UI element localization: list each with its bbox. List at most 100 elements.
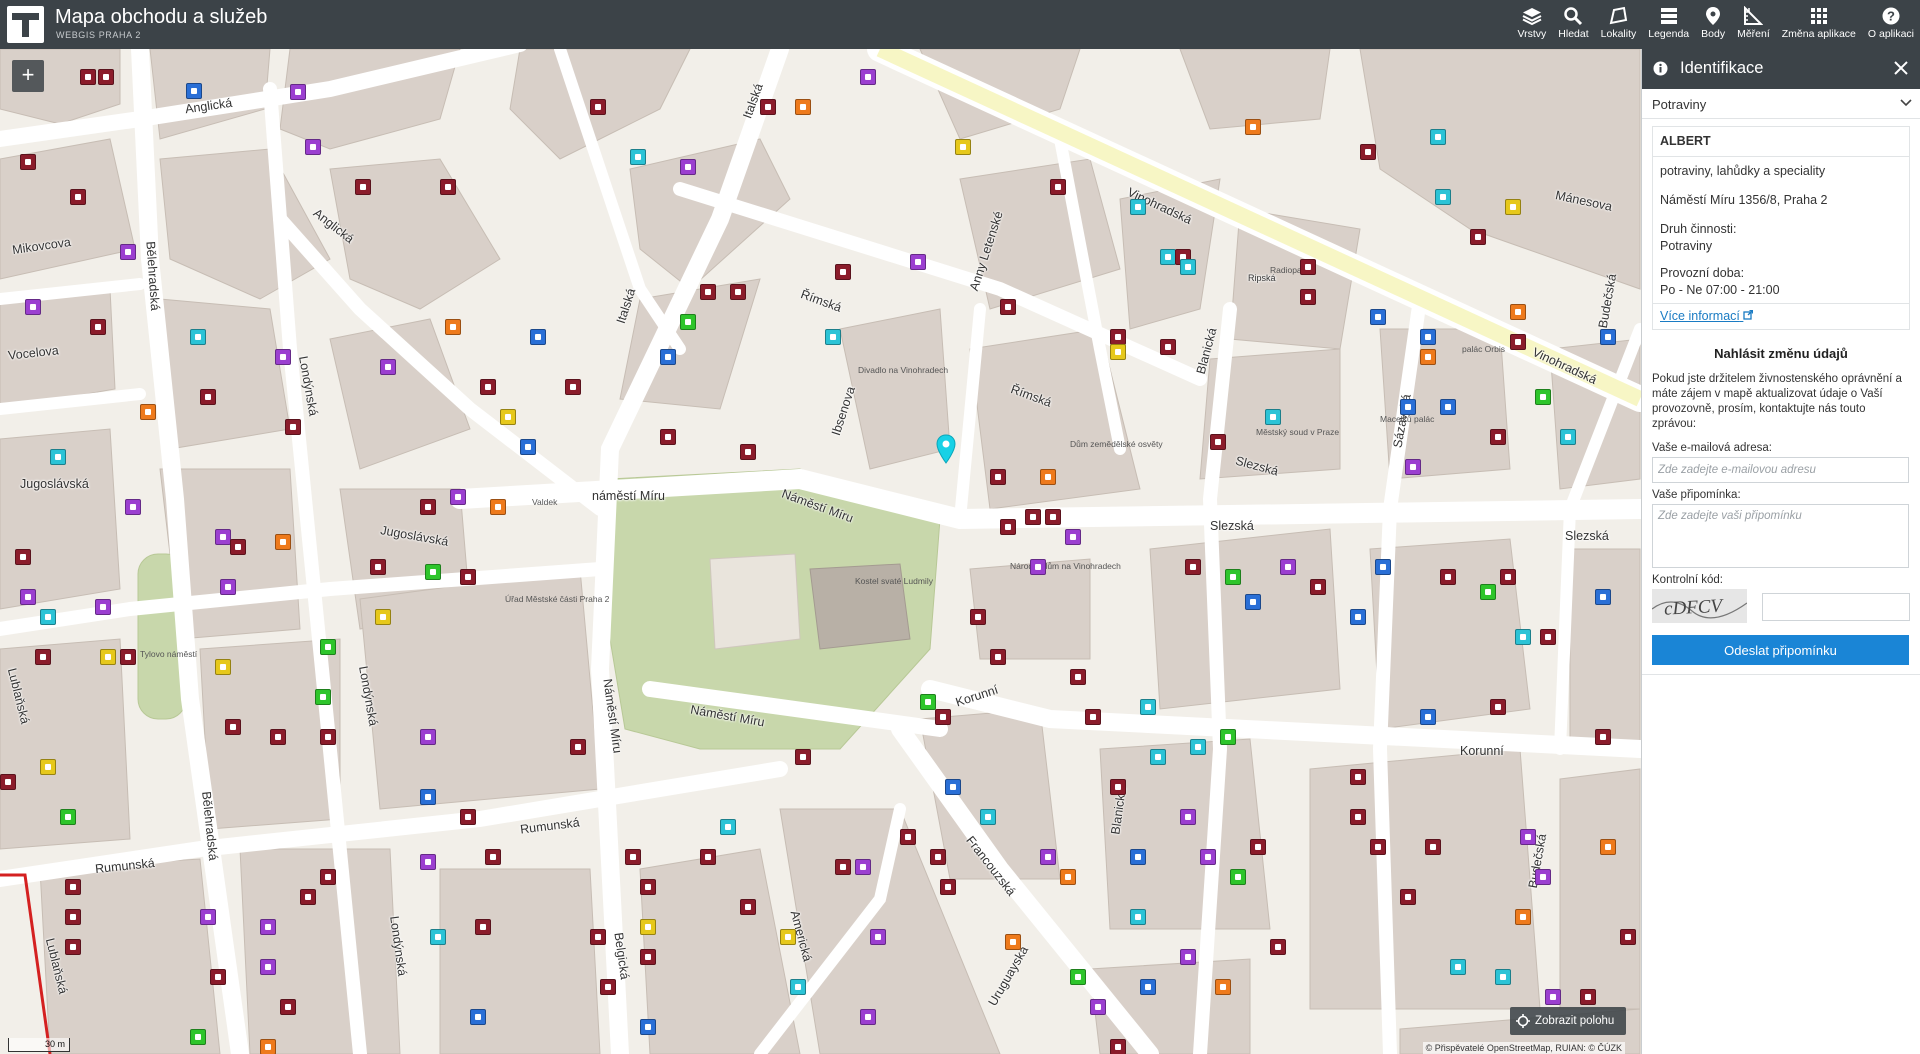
shop-pin[interactable] [1280, 559, 1296, 575]
shop-pin[interactable] [500, 409, 516, 425]
shop-pin[interactable] [65, 939, 81, 955]
shop-pin[interactable] [1420, 349, 1436, 365]
shop-pin[interactable] [1250, 839, 1266, 855]
shop-pin[interactable] [20, 154, 36, 170]
shop-pin[interactable] [1045, 509, 1061, 525]
shop-pin[interactable] [1435, 189, 1451, 205]
shop-pin[interactable] [1480, 584, 1496, 600]
shop-pin[interactable] [1300, 259, 1316, 275]
shop-pin[interactable] [1595, 589, 1611, 605]
shop-pin[interactable] [1545, 989, 1561, 1005]
shop-pin[interactable] [445, 319, 461, 335]
shop-pin[interactable] [1140, 699, 1156, 715]
shop-pin[interactable] [315, 689, 331, 705]
shop-pin[interactable] [1110, 329, 1126, 345]
shop-pin[interactable] [420, 789, 436, 805]
shop-pin[interactable] [680, 314, 696, 330]
shop-pin[interactable] [186, 83, 202, 99]
shop-pin[interactable] [1225, 569, 1241, 585]
shop-pin[interactable] [355, 179, 371, 195]
category-dropdown[interactable]: Potraviny [1642, 89, 1920, 119]
shop-pin[interactable] [1350, 769, 1366, 785]
shop-pin[interactable] [1220, 729, 1236, 745]
shop-pin[interactable] [300, 889, 316, 905]
shop-pin[interactable] [870, 929, 886, 945]
shop-pin[interactable] [1085, 709, 1101, 725]
shop-pin[interactable] [1070, 669, 1086, 685]
shop-pin[interactable] [1515, 629, 1531, 645]
shop-pin[interactable] [280, 999, 296, 1015]
shop-pin[interactable] [945, 779, 961, 795]
shop-pin[interactable] [1370, 309, 1386, 325]
shop-pin[interactable] [20, 589, 36, 605]
shop-pin[interactable] [125, 499, 141, 515]
shop-pin[interactable] [590, 929, 606, 945]
shop-pin[interactable] [1215, 979, 1231, 995]
shop-pin[interactable] [1210, 434, 1226, 450]
shop-pin[interactable] [1580, 989, 1596, 1005]
shop-pin[interactable] [1560, 429, 1576, 445]
shop-pin[interactable] [120, 649, 136, 665]
shop-pin[interactable] [40, 759, 56, 775]
zoom-in-button[interactable]: + [12, 60, 44, 92]
shop-pin[interactable] [230, 539, 246, 555]
shop-pin[interactable] [25, 299, 41, 315]
shop-pin[interactable] [260, 919, 276, 935]
shop-pin[interactable] [1440, 569, 1456, 585]
shop-pin[interactable] [270, 729, 286, 745]
shop-pin[interactable] [1270, 939, 1286, 955]
shop-pin[interactable] [910, 254, 926, 270]
shop-pin[interactable] [65, 909, 81, 925]
shop-pin[interactable] [275, 534, 291, 550]
shop-pin[interactable] [200, 909, 216, 925]
shop-pin[interactable] [1265, 409, 1281, 425]
tool-legend[interactable]: Legenda [1642, 0, 1695, 49]
shop-pin[interactable] [740, 899, 756, 915]
shop-pin[interactable] [35, 649, 51, 665]
shop-pin[interactable] [0, 774, 16, 790]
shop-pin[interactable] [860, 1009, 876, 1025]
shop-pin[interactable] [1440, 399, 1456, 415]
shop-pin[interactable] [1000, 299, 1016, 315]
shop-pin[interactable] [1505, 199, 1521, 215]
shop-pin[interactable] [1245, 119, 1261, 135]
shop-pin[interactable] [1140, 979, 1156, 995]
shop-pin[interactable] [460, 569, 476, 585]
shop-pin[interactable] [1540, 629, 1556, 645]
shop-pin[interactable] [1420, 329, 1436, 345]
shop-pin[interactable] [1180, 949, 1196, 965]
shop-pin[interactable] [1130, 199, 1146, 215]
shop-pin[interactable] [1050, 179, 1066, 195]
shop-pin[interactable] [930, 849, 946, 865]
shop-pin[interactable] [1025, 509, 1041, 525]
shop-pin[interactable] [420, 854, 436, 870]
shop-pin[interactable] [1350, 809, 1366, 825]
shop-pin[interactable] [475, 919, 491, 935]
shop-pin[interactable] [1360, 144, 1376, 160]
shop-pin[interactable] [260, 959, 276, 975]
shop-pin[interactable] [1190, 739, 1206, 755]
shop-pin[interactable] [1490, 429, 1506, 445]
shop-pin[interactable] [760, 99, 776, 115]
shop-pin[interactable] [485, 849, 501, 865]
shop-pin[interactable] [700, 284, 716, 300]
shop-pin[interactable] [80, 69, 96, 85]
shop-pin[interactable] [835, 264, 851, 280]
shop-pin[interactable] [1310, 579, 1326, 595]
shop-pin[interactable] [835, 859, 851, 875]
shop-pin[interactable] [1110, 344, 1126, 360]
shop-pin[interactable] [900, 829, 916, 845]
submit-button[interactable]: Odeslat připomínku [1652, 635, 1909, 665]
shop-pin[interactable] [1130, 849, 1146, 865]
map-canvas[interactable]: Anglická Anglická Italská Italská Mikovc… [0, 49, 1641, 1054]
shop-pin[interactable] [730, 284, 746, 300]
shop-pin[interactable] [825, 329, 841, 345]
shop-pin[interactable] [1110, 779, 1126, 795]
shop-pin[interactable] [660, 429, 676, 445]
shop-pin[interactable] [40, 609, 56, 625]
shop-pin[interactable] [450, 489, 466, 505]
tool-change-app[interactable]: Změna aplikace [1776, 0, 1862, 49]
shop-pin[interactable] [1520, 829, 1536, 845]
shop-pin[interactable] [15, 549, 31, 565]
shop-pin[interactable] [980, 809, 996, 825]
